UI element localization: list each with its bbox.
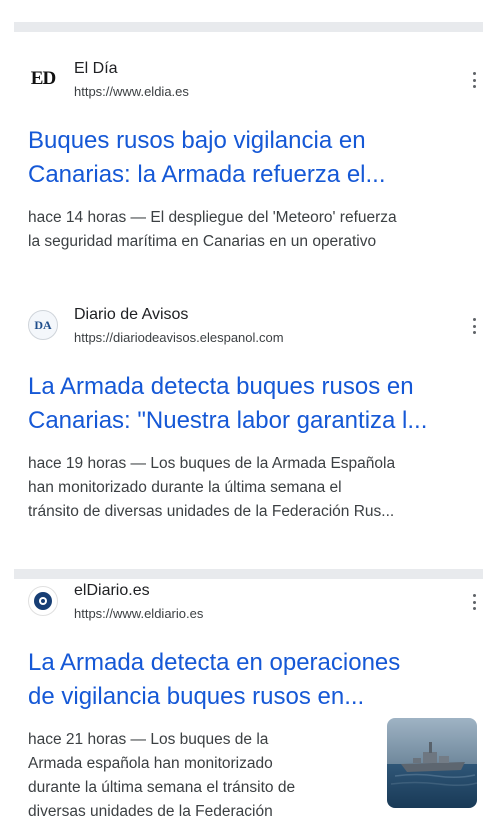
headline-line[interactable]: de vigilancia buques rusos en... [28,680,480,714]
search-result-diariodeavisos[interactable]: DA Diario de Avisos https://diariodeavis… [28,306,483,524]
more-vert-icon[interactable] [469,70,479,90]
snippet-line: hace 19 horas — Los buques de la Armada … [28,455,396,472]
result-snippet: hace 21 horas — Los buques de la Armada … [28,728,380,824]
headline-line[interactable]: Canarias: la Armada refuerza el... [28,158,480,192]
source-url[interactable]: https://www.eldia.es [74,84,189,99]
headline-line[interactable]: Canarias: "Nuestra labor garantiza l... [28,404,480,438]
source-url[interactable]: https://diariodeavisos.elespanol.com [74,330,284,345]
result-headline-link[interactable]: La Armada detecta buques rusos en Canari… [28,370,480,438]
more-vert-icon[interactable] [469,316,479,336]
result-headline-link[interactable]: Buques rusos bajo vigilancia en Canarias… [28,124,480,192]
section-divider-top [14,22,483,32]
eldiario-favicon-icon [28,586,58,616]
source-name[interactable]: elDiario.es [74,582,150,600]
result-headline-link[interactable]: La Armada detecta en operaciones de vigi… [28,646,480,714]
warship-image-icon [387,718,477,808]
search-result-eldia[interactable]: ED El Día https://www.eldia.es Buques ru… [28,60,483,254]
snippet-line: Armada española han monitorizado [28,755,273,772]
headline-line[interactable]: La Armada detecta buques rusos en [28,370,480,404]
source-row[interactable]: ED El Día https://www.eldia.es [28,60,483,110]
headline-line[interactable]: Buques rusos bajo vigilancia en [28,124,480,158]
diariodeavisos-favicon-icon: DA [28,310,58,340]
snippet-line: han monitorizado durante la última seman… [28,479,342,496]
eldia-favicon-icon: ED [30,68,56,89]
more-vert-icon[interactable] [469,592,479,612]
section-divider [14,569,483,579]
source-name[interactable]: Diario de Avisos [74,306,188,324]
source-row[interactable]: DA Diario de Avisos https://diariodeavis… [28,306,483,356]
source-name[interactable]: El Día [74,60,118,78]
headline-line[interactable]: La Armada detecta en operaciones [28,646,480,680]
snippet-line: la seguridad marítima en Canarias en un … [28,233,377,250]
source-row[interactable]: elDiario.es https://www.eldiario.es [28,582,483,632]
source-url[interactable]: https://www.eldiario.es [74,606,203,621]
snippet-line: hace 14 horas — El despliegue del 'Meteo… [28,209,397,226]
result-snippet: hace 19 horas — Los buques de la Armada … [28,452,476,524]
snippet-line: hace 21 horas — Los buques de la [28,731,269,748]
warship-thumbnail[interactable] [387,718,477,808]
search-result-eldiario[interactable]: elDiario.es https://www.eldiario.es La A… [28,582,483,824]
snippet-line: diversas unidades de la Federación [28,803,273,820]
snippet-line: durante la última semana el tránsito de [28,779,296,796]
snippet-line: tránsito de diversas unidades de la Fede… [28,503,395,520]
result-snippet: hace 14 horas — El despliegue del 'Meteo… [28,206,476,254]
